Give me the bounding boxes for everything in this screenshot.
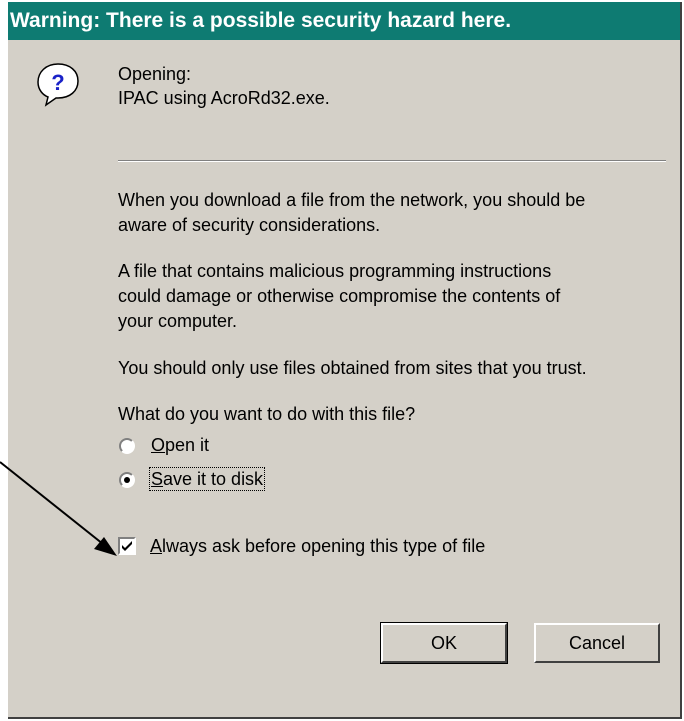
- annotation-arrow: [0, 461, 117, 556]
